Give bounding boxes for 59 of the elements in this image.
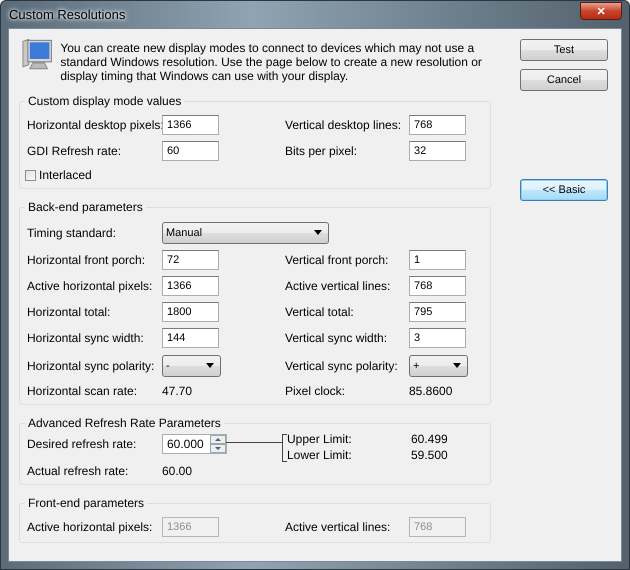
- group-title: Back-end parameters: [25, 200, 146, 214]
- text-field[interactable]: 3: [409, 328, 466, 348]
- group-title: Advanced Refresh Rate Parameters: [25, 416, 224, 430]
- field-label: GDI Refresh rate:: [27, 144, 122, 158]
- limit-label: Lower Limit:: [287, 448, 353, 463]
- text-field[interactable]: 72: [162, 250, 219, 270]
- field-label: Bits per pixel:: [285, 144, 358, 158]
- dropdown[interactable]: -: [162, 354, 221, 376]
- text-field[interactable]: 60: [162, 141, 219, 161]
- field-label: Horizontal scan rate:: [27, 384, 138, 398]
- field-label: Vertical desktop lines:: [285, 118, 402, 132]
- text-field[interactable]: 1366: [162, 115, 219, 135]
- field-label: Active vertical lines:: [285, 520, 392, 534]
- interlaced-checkbox[interactable]: Interlaced: [25, 168, 219, 182]
- caret-icon: [206, 363, 214, 368]
- field-label: Horizontal sync polarity:: [27, 358, 156, 372]
- text-field[interactable]: 144: [162, 328, 219, 348]
- field-label: Vertical sync width:: [285, 331, 388, 345]
- group-title: Custom display mode values: [25, 94, 184, 108]
- field-label: Timing standard:: [27, 226, 117, 240]
- limit-label: Upper Limit:: [287, 432, 353, 447]
- caret-icon: [314, 230, 322, 235]
- dialog-button[interactable]: Test: [520, 39, 608, 61]
- dialog-button[interactable]: << Basic: [520, 179, 608, 201]
- dropdown[interactable]: Manual: [162, 222, 329, 244]
- limit-value: 60.499: [411, 432, 449, 447]
- field-label: Horizontal front porch:: [27, 253, 146, 267]
- field-label: Pixel clock:: [285, 384, 346, 398]
- readout-value: 85.8600: [409, 384, 454, 398]
- close-button[interactable]: ✕: [580, 2, 622, 20]
- field-label: Horizontal sync width:: [27, 331, 145, 345]
- text-field[interactable]: 1: [409, 250, 466, 270]
- text-field[interactable]: 32: [409, 141, 466, 161]
- intro-text: You can create new display modes to connect to devices which may not use a standard Windows resolution. Use the page below to create a new resolution or display timing that Windows can use with your display.: [60, 41, 483, 83]
- field-label: Actual refresh rate:: [27, 464, 130, 478]
- text-field[interactable]: 1366: [162, 276, 219, 296]
- field-label: Active vertical lines:: [285, 279, 392, 293]
- dialog-button[interactable]: Cancel: [520, 69, 608, 91]
- spinner-icon[interactable]: [210, 435, 226, 453]
- text-field[interactable]: 795: [409, 302, 466, 322]
- window-title: Custom Resolutions: [8, 7, 126, 22]
- spin-field[interactable]: 60.000: [162, 434, 227, 454]
- text-field[interactable]: 768: [409, 115, 466, 135]
- field-label: Horizontal total:: [27, 305, 112, 319]
- readout-value: 47.70: [162, 384, 194, 398]
- limit-value: 59.500: [411, 448, 449, 463]
- field-label: Vertical total:: [285, 305, 355, 319]
- caret-icon: [453, 363, 461, 368]
- field-label: Active horizontal pixels:: [27, 279, 154, 293]
- text-field[interactable]: 768: [409, 276, 466, 296]
- field-label: Horizontal desktop pixels:: [27, 118, 162, 132]
- field-label: Vertical front porch:: [285, 253, 390, 267]
- field-label: Active horizontal pixels:: [27, 520, 154, 534]
- text-field[interactable]: 1800: [162, 302, 219, 322]
- dropdown[interactable]: +: [409, 354, 468, 376]
- field-label: Vertical sync polarity:: [285, 358, 399, 372]
- field-label: Desired refresh rate:: [27, 436, 138, 451]
- group-title: Front-end parameters: [25, 496, 148, 510]
- readout-value: 60.00: [162, 464, 194, 478]
